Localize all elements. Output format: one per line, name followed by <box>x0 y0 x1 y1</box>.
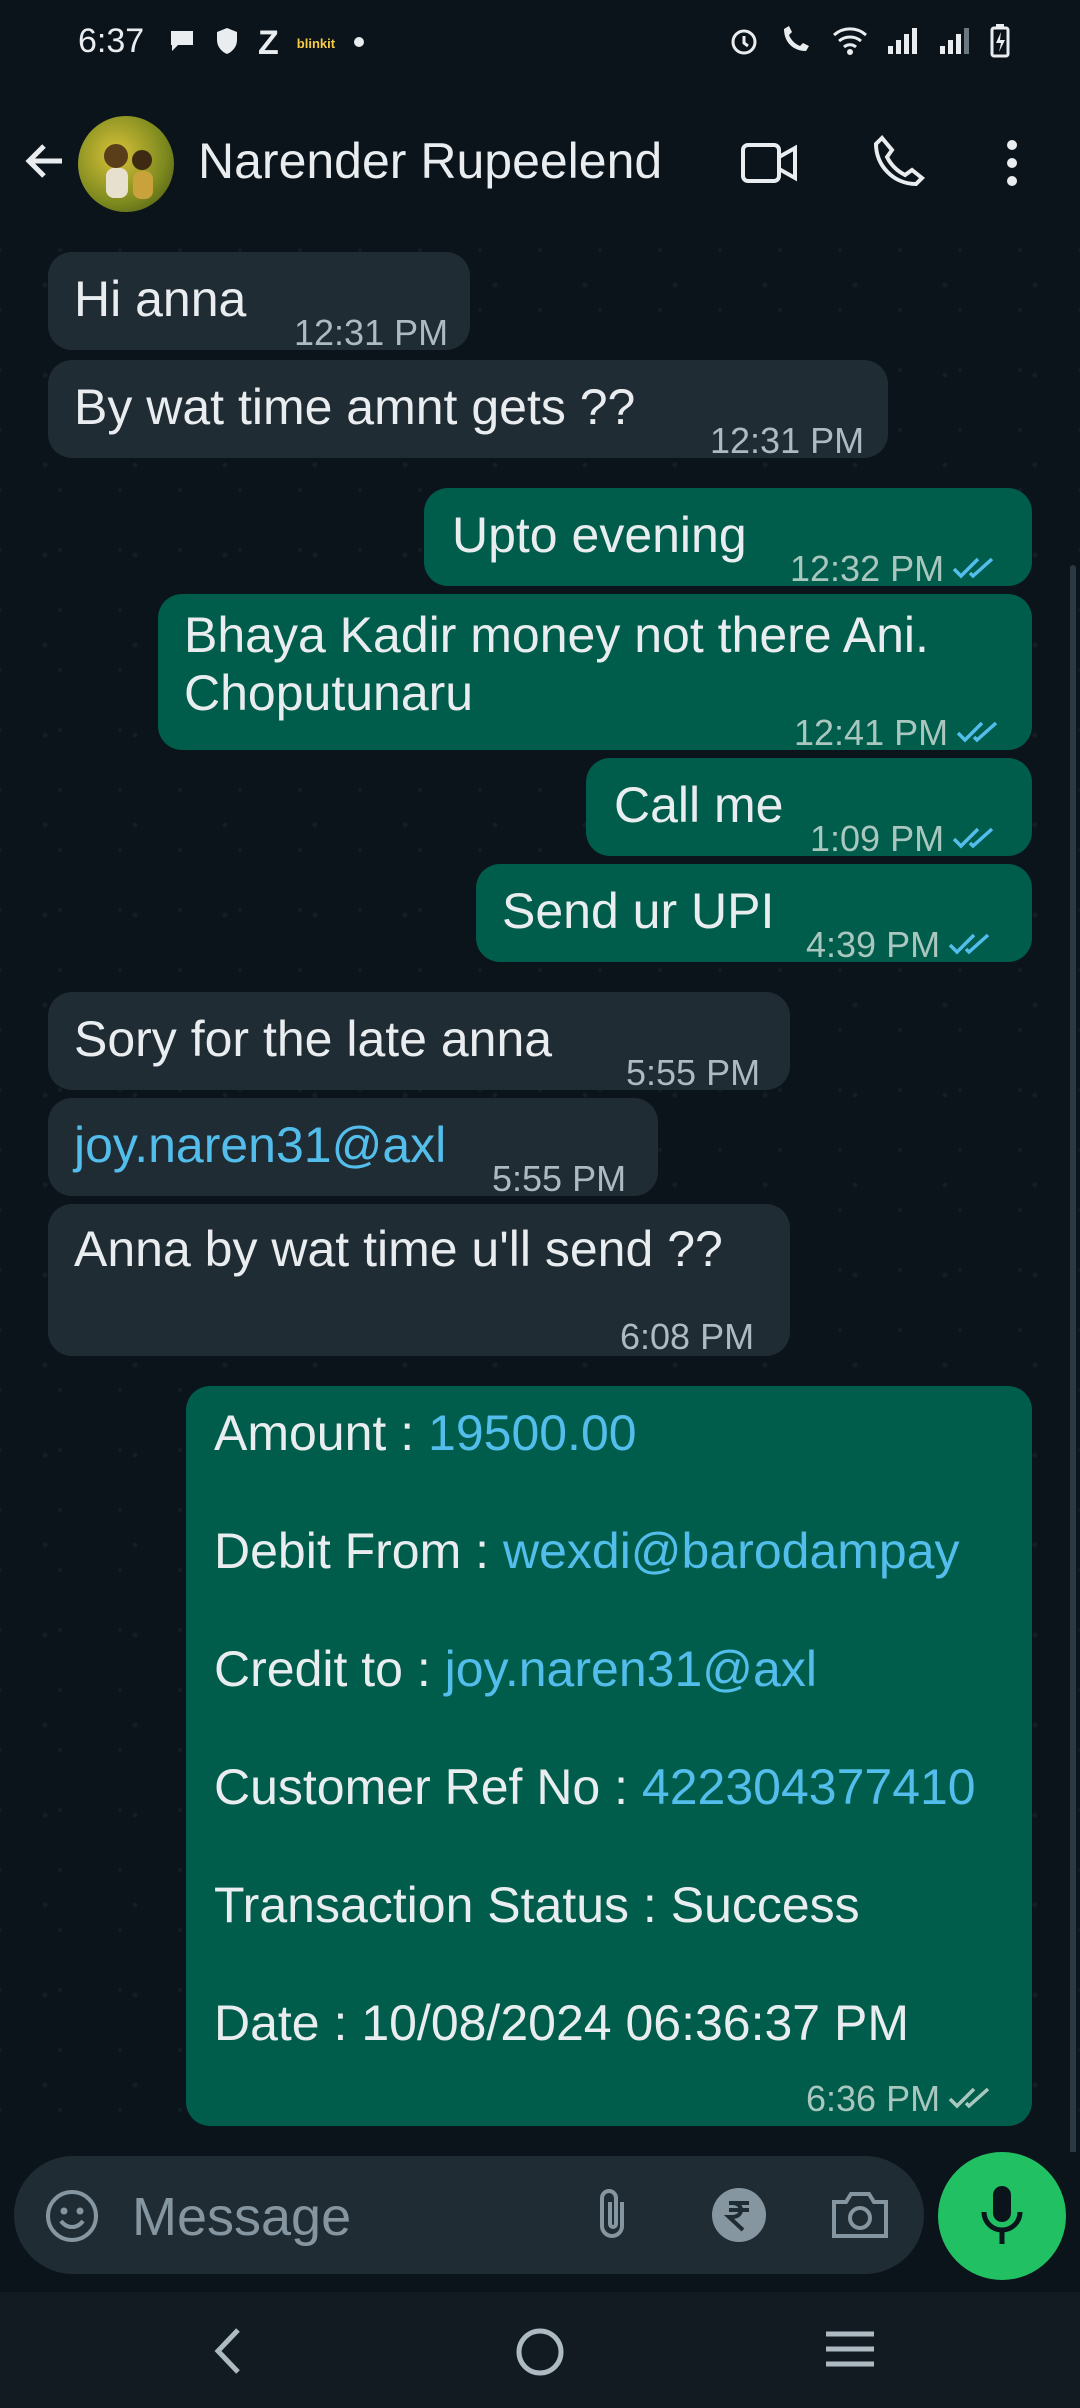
zomato-icon: Z <box>258 24 279 62</box>
date-row: Date : 10/08/2024 06:36:37 PM <box>214 1994 909 2052</box>
message-incoming[interactable]: By wat time amnt gets ?? 12:31 PM <box>48 360 888 461</box>
shield-icon <box>214 26 240 61</box>
message-incoming[interactable]: Hi anna 12:31 PM <box>48 252 470 353</box>
message-time: 6:08 PM <box>620 1316 755 1357</box>
signal-icon <box>938 26 972 61</box>
debit-label: Debit From : <box>214 1523 490 1579</box>
read-receipt-icon <box>952 540 996 598</box>
date-label: Date : <box>214 1995 348 2051</box>
ref-row: Customer Ref No : 422304377410 <box>214 1758 976 1816</box>
status-time: 6:37 <box>78 22 145 60</box>
message-time: 12:31 PM <box>710 420 865 461</box>
message-outgoing[interactable]: Call me 1:09 PM <box>586 758 1032 859</box>
read-receipt-icon <box>956 704 1000 762</box>
message-text: Anna by wat time u'll send ?? <box>74 1221 723 1277</box>
message-text-line-2: Choputunaru <box>184 665 474 721</box>
ref-label: Customer Ref No : <box>214 1759 629 1815</box>
more-vert-icon[interactable] <box>1004 138 1020 193</box>
message-meta: 12:41 PM <box>794 704 1000 762</box>
amount-label: Amount : <box>214 1405 415 1461</box>
status-row: Transaction Status : Success <box>214 1876 860 1934</box>
camera-icon[interactable] <box>830 2190 890 2245</box>
amount-row: Amount : 19500.00 <box>214 1404 637 1462</box>
signal-icon <box>886 26 920 61</box>
message-time: 1:09 PM <box>810 818 945 859</box>
message-text: Sory for the late anna <box>74 1011 553 1067</box>
avatar[interactable] <box>78 116 174 212</box>
read-receipt-icon <box>952 810 996 868</box>
message-text: Call me <box>614 777 784 833</box>
attach-icon[interactable] <box>592 2186 632 2247</box>
credit-row: Credit to : joy.naren31@axl <box>214 1640 817 1698</box>
notification-icons: Z blinkit <box>168 24 365 63</box>
debit-row: Debit From : wexdi@barodampay <box>214 1522 960 1580</box>
message-outgoing[interactable]: Upto evening 12:32 PM <box>424 488 1032 589</box>
status-bar: 6:37 Z blinkit <box>0 0 1080 88</box>
nav-home-icon[interactable] <box>514 2326 566 2383</box>
status-value: Success <box>670 1877 860 1933</box>
system-nav-bar <box>0 2292 1080 2408</box>
message-meta: 4:39 PM <box>806 916 992 974</box>
message-meta: 1:09 PM <box>810 810 996 868</box>
system-icons <box>728 24 1010 63</box>
credit-value[interactable]: joy.naren31@axl <box>445 1641 817 1697</box>
credit-label: Credit to : <box>214 1641 431 1697</box>
video-call-icon[interactable] <box>740 140 798 191</box>
message-time: 4:39 PM <box>806 924 941 965</box>
message-time: 6:36 PM <box>806 2078 941 2119</box>
delivered-receipt-icon <box>948 2070 992 2128</box>
mic-icon <box>981 2186 1023 2244</box>
message-text-line-1: Bhaya Kadir money not there Ani. <box>184 607 929 663</box>
message-input[interactable]: Message <box>14 2156 924 2274</box>
back-arrow-icon[interactable] <box>22 138 68 189</box>
message-text: By wat time amnt gets ?? <box>74 379 636 435</box>
message-time: 12:41 PM <box>794 712 949 753</box>
nav-back-icon[interactable] <box>210 2326 244 2381</box>
rupee-payment-icon[interactable] <box>710 2186 768 2249</box>
alarm-icon <box>728 25 760 62</box>
wifi-icon <box>832 26 868 61</box>
message-incoming[interactable]: joy.naren31@axl 5:55 PM <box>48 1098 658 1199</box>
message-text: Send ur UPI <box>502 883 775 939</box>
message-meta: 6:36 PM <box>806 2070 992 2128</box>
chat-area[interactable]: Hi anna 12:31 PM By wat time amnt gets ?… <box>0 240 1080 2152</box>
message-incoming[interactable]: Sory for the late anna 5:55 PM <box>48 992 790 1093</box>
message-time: 12:32 PM <box>790 548 945 589</box>
chat-bubble-icon <box>168 27 196 60</box>
message-composer: Message <box>0 2152 1080 2292</box>
read-receipt-icon <box>948 916 992 974</box>
upi-id-link[interactable]: joy.naren31@axl <box>74 1116 446 1174</box>
message-text: Upto evening <box>452 507 747 563</box>
status-label: Transaction Status : <box>214 1877 657 1933</box>
blinkit-icon: blinkit <box>296 36 336 51</box>
chat-header: Narender Rupeelend <box>0 88 1080 241</box>
voice-call-icon[interactable] <box>872 134 926 193</box>
transaction-message[interactable]: Amount : 19500.00 Debit From : wexdi@bar… <box>186 1386 1032 2126</box>
message-time: 5:55 PM <box>626 1052 761 1093</box>
message-time: 5:55 PM <box>492 1158 627 1199</box>
message-outgoing[interactable]: Send ur UPI 4:39 PM <box>476 864 1032 965</box>
volte-call-icon <box>778 25 814 62</box>
date-value: 10/08/2024 06:36:37 PM <box>361 1995 909 2051</box>
amount-value[interactable]: 19500.00 <box>428 1405 637 1461</box>
message-meta: 12:32 PM <box>790 540 996 598</box>
debit-value[interactable]: wexdi@barodampay <box>503 1523 960 1579</box>
message-time: 12:31 PM <box>294 312 449 353</box>
nav-recents-icon[interactable] <box>824 2326 876 2377</box>
message-incoming[interactable]: Anna by wat time u'll send ?? 6:08 PM <box>48 1204 790 1357</box>
message-outgoing[interactable]: Bhaya Kadir money not there Ani. Choputu… <box>158 594 1032 753</box>
message-placeholder: Message <box>132 2187 352 2247</box>
message-text: Hi anna <box>74 271 247 327</box>
emoji-icon[interactable] <box>44 2188 100 2249</box>
ref-value[interactable]: 422304377410 <box>642 1759 976 1815</box>
scrollbar[interactable] <box>1070 565 1076 2152</box>
dot-icon <box>353 35 365 53</box>
contact-name[interactable]: Narender Rupeelend <box>198 132 662 190</box>
battery-charging-icon <box>990 24 1010 63</box>
mic-button[interactable] <box>938 2152 1066 2280</box>
